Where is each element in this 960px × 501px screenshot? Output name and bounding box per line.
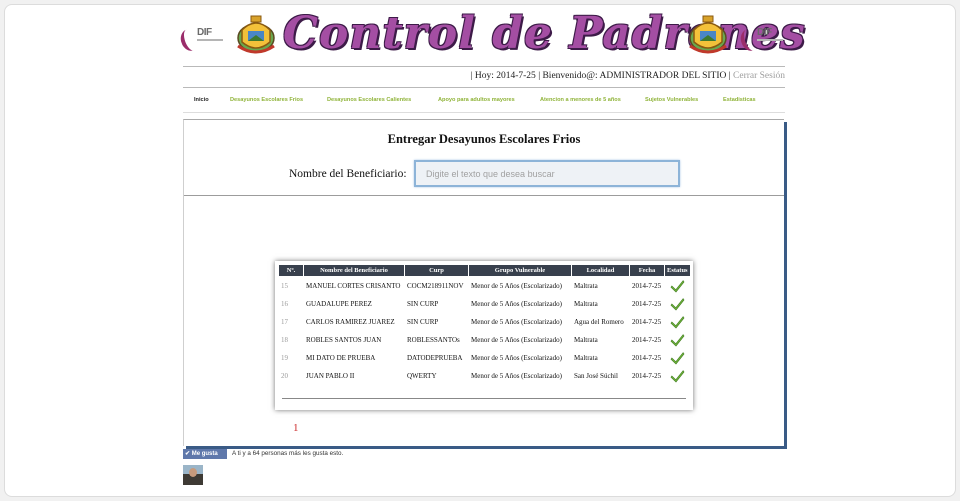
avatar bbox=[183, 465, 203, 485]
like-button[interactable]: ✔ Me gusta bbox=[183, 449, 227, 459]
cell-group: Menor de 5 Años (Escolarizado) bbox=[471, 353, 562, 362]
nav-item-menores-5[interactable]: Atencion a menores de 5 años bbox=[540, 97, 621, 103]
dif-logo-text: DIF bbox=[197, 27, 212, 38]
nav-item-estadisticas[interactable]: Estadisticas bbox=[723, 97, 756, 103]
cell-status[interactable] bbox=[665, 367, 690, 384]
header-divider bbox=[183, 66, 785, 67]
welcome-label: | Bienvenido@: bbox=[535, 71, 600, 81]
beneficiaries-table-box: Nº. Nombre del Beneficiario Curp Grupo V… bbox=[275, 261, 693, 410]
userbar-prefix: | Hoy: bbox=[470, 71, 497, 81]
col-header-name: Nombre del Beneficiario bbox=[304, 265, 404, 276]
cell-name: MANUEL CORTES CRISANTO bbox=[306, 281, 401, 290]
nav-item-inicio[interactable]: Inicio bbox=[194, 97, 209, 103]
crest-right-icon bbox=[689, 15, 727, 54]
cell-group: Menor de 5 Años (Escolarizado) bbox=[471, 281, 562, 290]
cell-date: 2014-7-25 bbox=[632, 371, 662, 380]
cell-group: Menor de 5 Años (Escolarizado) bbox=[471, 317, 562, 326]
cell-curp: QWERTY bbox=[407, 371, 437, 380]
logout-link[interactable]: Cerrar Sesión bbox=[733, 71, 785, 81]
cell-locality: Agua del Romero bbox=[574, 317, 624, 326]
pagination-page-1[interactable]: 1 bbox=[293, 422, 299, 434]
nav-item-sujetos-vulnerables[interactable]: Sujetos Vulnerables bbox=[645, 97, 698, 103]
cell-status[interactable] bbox=[665, 277, 690, 294]
user-bar: | Hoy: 2014-7-25 | Bienvenido@: ADMINIST… bbox=[183, 71, 785, 81]
cell-curp: ROBLESSANTOs bbox=[407, 335, 460, 344]
banner: DIF Control de Padrones DIF bbox=[177, 8, 806, 59]
dif-logo-right: DIF bbox=[737, 23, 785, 54]
cell-locality: San José Súchil bbox=[574, 371, 618, 380]
cell-name: CARLOS RAMIREZ JUAREZ bbox=[306, 317, 395, 326]
content-panel: Entregar Desayunos Escolares Frios Nombr… bbox=[183, 119, 784, 446]
dif-logo-left: DIF bbox=[177, 23, 225, 54]
table-row: 15 MANUEL CORTES CRISANTO COCM218911NOV Men… bbox=[279, 277, 690, 294]
cell-date: 2014-7-25 bbox=[632, 317, 662, 326]
check-icon bbox=[670, 352, 685, 365]
table-header-row: Nº. Nombre del Beneficiario Curp Grupo V… bbox=[279, 265, 690, 276]
cell-curp: SIN CURP bbox=[407, 317, 439, 326]
table-row: 18 ROBLES SANTOS JUAN ROBLESSANTOs Menor de… bbox=[279, 331, 690, 348]
main-nav: Inicio Desayunos Escolares Frios Desayun… bbox=[183, 92, 785, 113]
table-row: 19 MI DATO DE PRUEBA DATODEPRUEBA Menor de … bbox=[279, 349, 690, 366]
cell-date: 2014-7-25 bbox=[632, 353, 662, 362]
dif-logo-text: DIF bbox=[757, 27, 772, 38]
cell-group: Menor de 5 Años (Escolarizado) bbox=[471, 299, 562, 308]
check-icon bbox=[670, 316, 685, 329]
cell-number: 18 bbox=[281, 335, 288, 344]
nav-item-desayunos-frios[interactable]: Desayunos Escolares Frios bbox=[230, 97, 303, 103]
cell-date: 2014-7-25 bbox=[632, 281, 662, 290]
table-row: 17 CARLOS RAMIREZ JUAREZ SIN CURP Menor de … bbox=[279, 313, 690, 330]
col-header-group: Grupo Vulnerable bbox=[469, 265, 571, 276]
cell-status[interactable] bbox=[665, 313, 690, 330]
cell-status[interactable] bbox=[665, 331, 690, 348]
nav-item-adultos-mayores[interactable]: Apoyo para adultos mayores bbox=[438, 97, 515, 103]
cell-group: Menor de 5 Años (Escolarizado) bbox=[471, 335, 562, 344]
col-header-date: Fecha bbox=[630, 265, 664, 276]
nav-item-desayunos-calientes[interactable]: Desayunos Escolares Calientes bbox=[327, 97, 411, 103]
cell-locality: Maltrata bbox=[574, 353, 598, 362]
cell-group: Menor de 5 Años (Escolarizado) bbox=[471, 371, 562, 380]
cell-number: 20 bbox=[281, 371, 288, 380]
search-input[interactable] bbox=[414, 160, 680, 187]
panel-divider bbox=[184, 195, 784, 196]
cell-curp: COCM218911NOV bbox=[407, 281, 464, 290]
cell-name: GUADALUPE PEREZ bbox=[306, 299, 372, 308]
cell-status[interactable] bbox=[665, 349, 690, 366]
cell-curp: SIN CURP bbox=[407, 299, 439, 308]
cell-name: MI DATO DE PRUEBA bbox=[306, 353, 376, 362]
cell-locality: Maltrata bbox=[574, 281, 598, 290]
user-name: ADMINISTRADOR DEL SITIO bbox=[599, 71, 727, 81]
col-header-curp: Curp bbox=[405, 265, 468, 276]
banner-title: Control de Padrones bbox=[283, 8, 806, 59]
cell-number: 17 bbox=[281, 317, 288, 326]
userbar-divider bbox=[183, 87, 785, 88]
cell-number: 19 bbox=[281, 353, 288, 362]
check-icon bbox=[670, 280, 685, 293]
cell-curp: DATODEPRUEBA bbox=[407, 353, 463, 362]
check-icon bbox=[670, 370, 685, 383]
beneficiaries-table: Nº. Nombre del Beneficiario Curp Grupo V… bbox=[278, 264, 691, 385]
like-text: A ti y a 64 personas más les gusta esto. bbox=[232, 450, 344, 457]
search-label: Nombre del Beneficiario: bbox=[289, 168, 407, 180]
crest-left-icon bbox=[237, 15, 275, 54]
page-frame: DIF Control de Padrones DIF | Hoy: 2014-… bbox=[4, 4, 956, 497]
col-header-status: Estatus bbox=[665, 265, 690, 276]
cell-status[interactable] bbox=[665, 295, 690, 312]
cell-name: ROBLES SANTOS JUAN bbox=[306, 335, 382, 344]
page-title: Entregar Desayunos Escolares Frios bbox=[387, 132, 581, 146]
cell-number: 16 bbox=[281, 299, 288, 308]
cell-locality: Maltrata bbox=[574, 335, 598, 344]
check-icon bbox=[670, 298, 685, 311]
cell-date: 2014-7-25 bbox=[632, 335, 662, 344]
cell-number: 15 bbox=[281, 281, 288, 290]
cell-locality: Maltrata bbox=[574, 299, 598, 308]
cell-name: JUAN PABLO II bbox=[306, 371, 355, 380]
table-row: 20 JUAN PABLO II QWERTY Menor de 5 Años (Es… bbox=[279, 367, 690, 384]
current-date: 2014-7-25 bbox=[496, 71, 536, 81]
cell-date: 2014-7-25 bbox=[632, 299, 662, 308]
table-divider bbox=[282, 398, 686, 399]
table-row: 16 GUADALUPE PEREZ SIN CURP Menor de 5 Años… bbox=[279, 295, 690, 312]
col-header-locality: Localidad bbox=[572, 265, 629, 276]
check-icon bbox=[670, 334, 685, 347]
col-header-number: Nº. bbox=[279, 265, 303, 276]
